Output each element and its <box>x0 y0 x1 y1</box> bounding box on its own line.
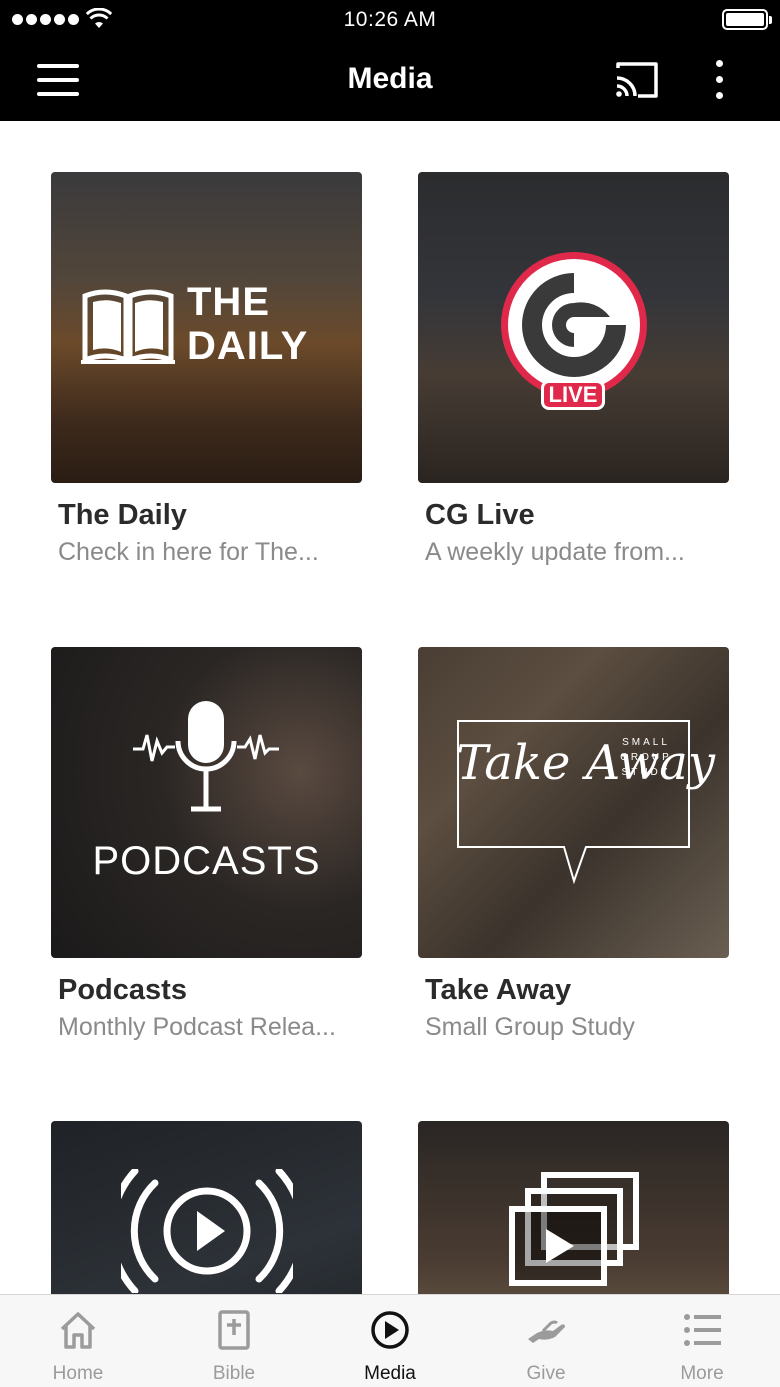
battery-icon <box>722 9 772 30</box>
tab-more[interactable]: More <box>624 1295 780 1387</box>
card-subtitle: A weekly update from... <box>425 538 685 566</box>
tab-home[interactable]: Home <box>0 1295 156 1387</box>
status-time: 10:26 AM <box>343 8 437 31</box>
card-subtitle: Small Group Study <box>425 1013 635 1041</box>
bible-icon <box>218 1310 250 1350</box>
cg-logo-icon <box>501 252 647 398</box>
tab-label: Home <box>52 1363 104 1384</box>
media-card-cg-live[interactable]: LIVE CG Live A weekly update from... <box>418 172 729 567</box>
cg-live-artwork: LIVE <box>418 172 729 483</box>
the-daily-logo-text: THE DAILY <box>187 280 309 368</box>
live-badge: LIVE <box>541 380 605 410</box>
tab-label: Give <box>526 1363 566 1384</box>
media-card-podcasts[interactable]: PODCASTS Podcasts Monthly Podcast Relea.… <box>51 647 362 1042</box>
tab-label: Bible <box>212 1363 256 1384</box>
open-book-icon <box>81 289 175 364</box>
home-icon <box>60 1312 96 1349</box>
page-title: Media <box>347 62 433 95</box>
take-away-artwork: SMALL GROUP STUDY Take Away <box>418 647 729 958</box>
media-card-video-library[interactable] <box>418 1121 729 1294</box>
hamburger-menu-icon[interactable] <box>37 62 81 98</box>
podcasts-artwork: PODCASTS <box>51 647 362 958</box>
tab-media[interactable]: Media <box>312 1295 468 1387</box>
tab-give[interactable]: Give <box>468 1295 624 1387</box>
tab-bar: Home Bible Media Give More <box>0 1294 780 1387</box>
media-card-the-daily[interactable]: THE DAILY The Daily Check in here for Th… <box>51 172 362 567</box>
the-daily-artwork: THE DAILY <box>51 172 362 483</box>
take-away-script-text: Take Away <box>456 735 715 791</box>
tab-label: More <box>680 1363 724 1384</box>
more-options-icon[interactable] <box>704 56 736 104</box>
tab-bible[interactable]: Bible <box>156 1295 312 1387</box>
video-library-artwork <box>418 1121 729 1294</box>
podcasts-logo-text: PODCASTS <box>92 839 321 883</box>
cast-icon[interactable] <box>612 58 662 102</box>
media-card-livestream[interactable] <box>51 1121 362 1294</box>
give-icon <box>528 1320 565 1343</box>
card-title: Podcasts <box>58 974 187 1006</box>
list-icon <box>684 1314 721 1346</box>
broadcast-play-icon <box>121 1169 293 1293</box>
card-title: CG Live <box>425 499 535 531</box>
card-title: The Daily <box>58 499 187 531</box>
tab-label: Media <box>364 1363 416 1384</box>
play-circle-icon <box>371 1311 409 1349</box>
microphone-icon <box>133 701 279 812</box>
card-subtitle: Monthly Podcast Relea... <box>58 1013 336 1041</box>
livestream-artwork <box>51 1121 362 1294</box>
media-grid: THE DAILY The Daily Check in here for Th… <box>0 121 780 1294</box>
card-title: Take Away <box>425 974 572 1006</box>
card-subtitle: Check in here for The... <box>58 538 319 566</box>
media-card-take-away[interactable]: SMALL GROUP STUDY Take Away Take Away Sm… <box>418 647 729 1042</box>
video-stack-icon <box>509 1172 639 1286</box>
status-bar: 10:26 AM <box>0 0 780 40</box>
nav-bar: Media <box>0 40 780 121</box>
